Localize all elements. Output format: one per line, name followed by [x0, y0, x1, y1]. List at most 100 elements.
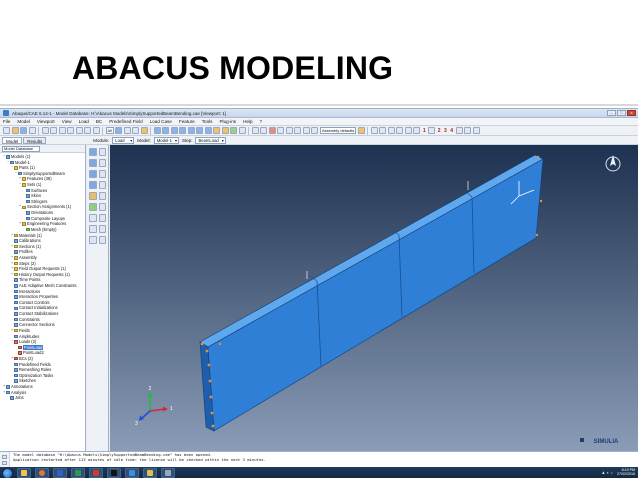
display-group-icon[interactable]	[294, 127, 302, 134]
wireframe-icon[interactable]	[213, 127, 221, 134]
assembly-icon[interactable]	[311, 127, 319, 134]
select-cell-icon[interactable]	[404, 127, 412, 134]
redo-icon[interactable]	[464, 127, 472, 134]
amplitude-manager-icon[interactable]	[98, 203, 106, 211]
save-icon[interactable]	[20, 127, 27, 134]
box-zoom-icon[interactable]	[75, 127, 83, 134]
menu-viewport[interactable]: Viewport	[37, 119, 55, 124]
perspective-icon[interactable]	[238, 127, 246, 134]
menu-help[interactable]: Help	[243, 119, 252, 124]
select-vertex-icon[interactable]	[396, 127, 404, 134]
start-button[interactable]	[2, 467, 13, 478]
taskbar-explorer-icon[interactable]	[17, 468, 31, 478]
menu-load-case[interactable]: Load Case	[150, 119, 172, 124]
tray-icons[interactable]: ▲ ◐ ♪	[601, 470, 613, 475]
create-set-icon[interactable]	[89, 225, 97, 233]
tree-item[interactable]: Jobs	[0, 395, 85, 401]
selection-mode-icon[interactable]	[428, 127, 436, 134]
create-field-icon[interactable]	[89, 192, 97, 200]
menu-plugins[interactable]: Plug-ins	[219, 119, 236, 124]
top-view-icon[interactable]	[179, 127, 187, 134]
menu-bc[interactable]: BC	[96, 119, 102, 124]
color-code-icon[interactable]	[260, 127, 268, 134]
auto-fit-icon[interactable]	[84, 127, 91, 134]
render-style-select[interactable]: All	[105, 127, 114, 134]
minimize-button[interactable]: –	[607, 110, 616, 116]
menu-predefined-field[interactable]: Predefined Field	[109, 119, 142, 124]
menu-load[interactable]: Load	[79, 119, 89, 124]
create-load-icon[interactable]	[89, 148, 97, 156]
datum-icon[interactable]	[302, 127, 310, 134]
create-predefined-field-icon[interactable]	[89, 170, 97, 178]
menu-whats-this[interactable]: ?	[260, 119, 263, 124]
tab-results[interactable]: Results	[23, 136, 47, 144]
query-icon[interactable]	[140, 127, 148, 134]
module-select[interactable]: Load	[112, 136, 135, 144]
taskbar-excel-icon[interactable]	[71, 468, 85, 478]
pan-icon[interactable]	[41, 127, 49, 134]
predefined-field-manager-icon[interactable]	[98, 170, 106, 178]
python-tab-icon[interactable]	[2, 460, 7, 465]
create-surface-icon[interactable]	[98, 225, 106, 233]
help-icon[interactable]	[251, 127, 259, 134]
message-tab-icon[interactable]	[2, 454, 7, 459]
taskbar-abaqus-icon[interactable]	[125, 468, 139, 478]
viewport[interactable]: 2 1 3 SIMULIA	[110, 145, 638, 451]
datum-tool-icon[interactable]	[98, 214, 106, 222]
close-button[interactable]: x	[627, 110, 636, 116]
magnify-icon[interactable]	[58, 127, 66, 134]
select-region-icon[interactable]	[413, 127, 421, 134]
taskbar-paint-icon[interactable]	[143, 468, 157, 478]
assembly-defaults-select[interactable]: Assembly defaults	[319, 127, 357, 134]
select-edge-icon[interactable]	[387, 127, 395, 134]
taskbar-word-icon[interactable]	[53, 468, 67, 478]
model-database-select[interactable]: Model Database	[2, 145, 40, 152]
menu-feature[interactable]: Feature	[179, 119, 195, 124]
show-all-icon[interactable]	[277, 127, 285, 134]
new-icon[interactable]	[3, 127, 10, 134]
load-case-manager-icon[interactable]	[98, 181, 106, 189]
front-view-icon[interactable]	[162, 127, 170, 134]
replace-icon[interactable]	[115, 127, 123, 134]
model-select[interactable]: Model-1	[153, 136, 179, 144]
toolbar-number-3[interactable]: 3	[444, 128, 447, 134]
taskbar-terminal-icon[interactable]	[107, 468, 121, 478]
viewport-canvas[interactable]: 2 1 3 SIMULIA	[110, 145, 638, 451]
toolbar-number-2[interactable]: 2	[438, 128, 441, 134]
partition-icon[interactable]	[89, 214, 97, 222]
tab-model[interactable]: Model	[2, 136, 23, 144]
add-icon[interactable]	[123, 127, 131, 134]
special-tool-icon[interactable]	[98, 236, 106, 244]
toolbar-number-4[interactable]: 4	[450, 128, 453, 134]
taskbar-pdf-icon[interactable]	[89, 468, 103, 478]
menu-file[interactable]: File	[3, 119, 10, 124]
create-bc-icon[interactable]	[89, 159, 97, 167]
color-icon[interactable]	[357, 127, 365, 134]
taskbar-settings-icon[interactable]	[161, 468, 175, 478]
hidden-line-icon[interactable]	[221, 127, 229, 134]
create-load-case-icon[interactable]	[89, 181, 97, 189]
zoom-icon[interactable]	[67, 127, 74, 134]
step-select[interactable]: BeamLoad	[195, 136, 226, 144]
left-view-icon[interactable]	[196, 127, 204, 134]
iso-view-icon[interactable]	[153, 127, 161, 134]
right-view-icon[interactable]	[204, 127, 212, 134]
shaded-icon[interactable]	[230, 127, 238, 134]
remove-selected-icon[interactable]	[268, 127, 276, 134]
open-icon[interactable]	[11, 127, 19, 134]
menu-model[interactable]: Model	[17, 119, 30, 124]
field-manager-icon[interactable]	[98, 192, 106, 200]
cycle-views-icon[interactable]	[92, 127, 100, 134]
bc-manager-icon[interactable]	[98, 159, 106, 167]
view-cut-icon[interactable]	[472, 127, 480, 134]
layer-icon[interactable]	[285, 127, 293, 134]
maximize-button[interactable]: □	[617, 110, 626, 116]
menu-view[interactable]: View	[62, 119, 72, 124]
undo-icon[interactable]	[455, 127, 463, 134]
taskbar-firefox-icon[interactable]	[35, 468, 49, 478]
load-manager-icon[interactable]	[98, 148, 106, 156]
select-face-icon[interactable]	[379, 127, 387, 134]
remove-icon[interactable]	[132, 127, 140, 134]
print-icon[interactable]	[28, 127, 36, 134]
rotate-icon[interactable]	[50, 127, 57, 134]
